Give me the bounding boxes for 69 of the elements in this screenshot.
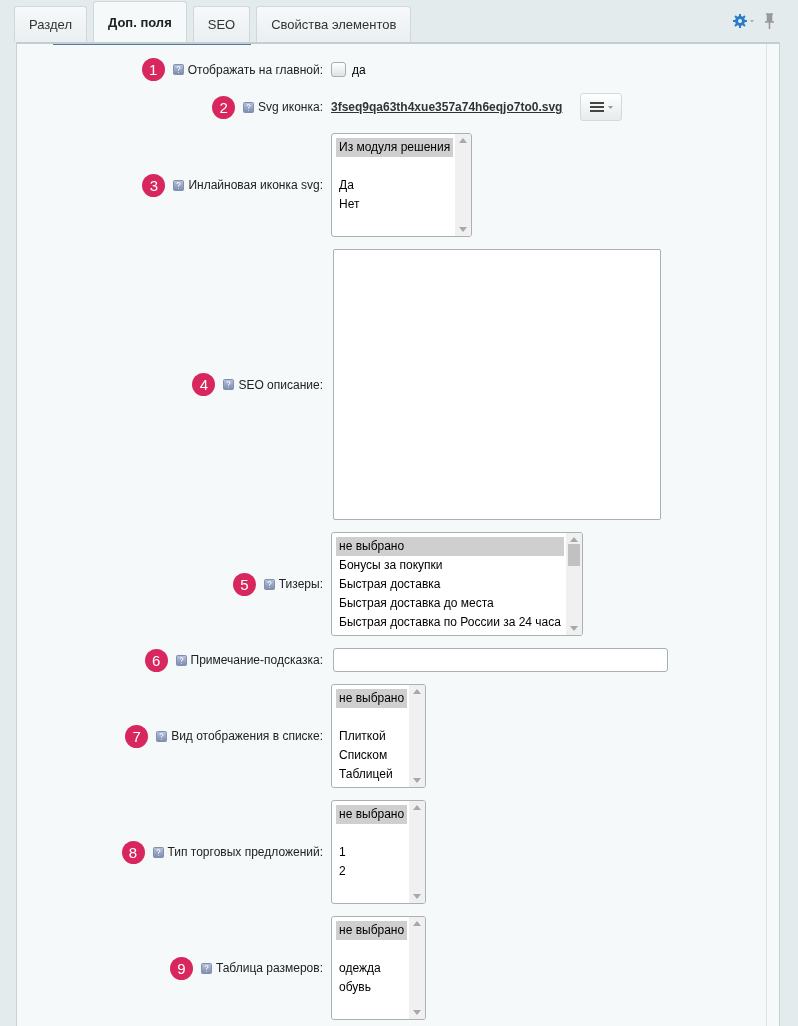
- checkbox[interactable]: [331, 62, 346, 77]
- number-badge: 8: [121, 840, 145, 864]
- help-icon[interactable]: [223, 379, 235, 390]
- menu-button[interactable]: [580, 93, 623, 121]
- field-label: Примечание-подсказка:: [190, 653, 323, 667]
- field-label: Тизеры:: [278, 577, 323, 591]
- list-box[interactable]: не выбрано Плиткой Списком Таблицей: [331, 684, 427, 788]
- list-option[interactable]: Плиткой: [336, 727, 408, 746]
- help-icon[interactable]: [173, 179, 185, 191]
- pin-icon[interactable]: [765, 13, 774, 29]
- number-badge: 4: [192, 373, 216, 396]
- list-box[interactable]: не выбрано одежда обувь: [331, 916, 427, 1020]
- menu-icon: [588, 101, 615, 113]
- help-icon[interactable]: [200, 962, 212, 974]
- file-link[interactable]: 3fseq9qa63th4xue357a74h6eqjo7to0.svg: [331, 100, 563, 114]
- list-option[interactable]: Бонусы за покупки: [336, 556, 564, 575]
- scroll-down-icon[interactable]: [570, 626, 578, 631]
- tab[interactable]: Раздел: [14, 6, 87, 42]
- field-label: Таблица размеров:: [215, 961, 323, 975]
- tab[interactable]: Доп. поля: [92, 1, 187, 42]
- scroll-up-icon[interactable]: [413, 805, 422, 810]
- list-option[interactable]: Да: [336, 176, 454, 195]
- field-label: Тип торговых предложений:: [167, 845, 323, 859]
- help-icon[interactable]: [156, 730, 168, 742]
- scroll-down-icon[interactable]: [413, 778, 422, 783]
- list-option[interactable]: Быстрая доставка до места: [336, 594, 564, 613]
- list-option[interactable]: Нет: [336, 195, 454, 214]
- scroll-down-icon[interactable]: [413, 1010, 422, 1015]
- field-label: Инлайновая иконка svg:: [188, 178, 323, 192]
- list-box[interactable]: не выбрано 1 2: [331, 800, 427, 904]
- tab[interactable]: SEO: [192, 6, 251, 42]
- list-option[interactable]: 2: [336, 862, 408, 881]
- number-badge: 9: [169, 956, 193, 980]
- list-option[interactable]: 1: [336, 843, 408, 862]
- checkbox-label: да: [352, 62, 366, 77]
- field-label: SEO описание:: [238, 377, 323, 392]
- list-option[interactable]: Быстрая доставка по России за 24 часа: [336, 613, 564, 632]
- help-icon[interactable]: [175, 654, 187, 666]
- list-option[interactable]: Списком: [336, 746, 408, 765]
- number-badge: 2: [212, 95, 236, 119]
- tab[interactable]: Свойства элементов: [256, 6, 412, 42]
- scroll-up-icon[interactable]: [570, 537, 578, 542]
- scroll-up-icon[interactable]: [413, 921, 422, 926]
- help-icon[interactable]: [172, 64, 184, 75]
- help-icon[interactable]: [243, 101, 255, 113]
- number-badge: 3: [142, 173, 166, 197]
- list-option[interactable]: обувь: [336, 978, 408, 997]
- number-badge: 5: [232, 572, 256, 596]
- help-icon[interactable]: [263, 578, 275, 590]
- help-icon[interactable]: [152, 846, 164, 858]
- number-badge: 1: [141, 58, 165, 81]
- scroll-thumb[interactable]: [568, 544, 580, 566]
- scroll-down-icon[interactable]: [413, 894, 422, 899]
- scroll-up-icon[interactable]: [413, 689, 422, 694]
- list-box[interactable]: не выбрано Бонусы за покупки Быстрая доставка Быстрая доставка до места Быстрая доставка по России за 24 часа: [331, 532, 583, 636]
- settings-icon[interactable]: [733, 14, 755, 28]
- field-label: Svg иконка:: [258, 100, 323, 114]
- list-box[interactable]: Из модуля решения Да Нет: [331, 133, 473, 237]
- list-option[interactable]: одежда: [336, 959, 408, 978]
- input-field[interactable]: [333, 648, 668, 672]
- scroll-up-icon[interactable]: [459, 138, 468, 143]
- list-option[interactable]: Быстрая доставка: [336, 575, 564, 594]
- scroll-down-icon[interactable]: [459, 227, 468, 232]
- number-badge: 6: [144, 648, 168, 672]
- number-badge: 7: [125, 724, 149, 748]
- list-option[interactable]: не выбрано: [336, 537, 564, 556]
- list-option[interactable]: Таблицей: [336, 765, 408, 784]
- field-label: Отображать на главной:: [187, 62, 323, 77]
- field-label: Вид отображения в списке:: [171, 729, 323, 743]
